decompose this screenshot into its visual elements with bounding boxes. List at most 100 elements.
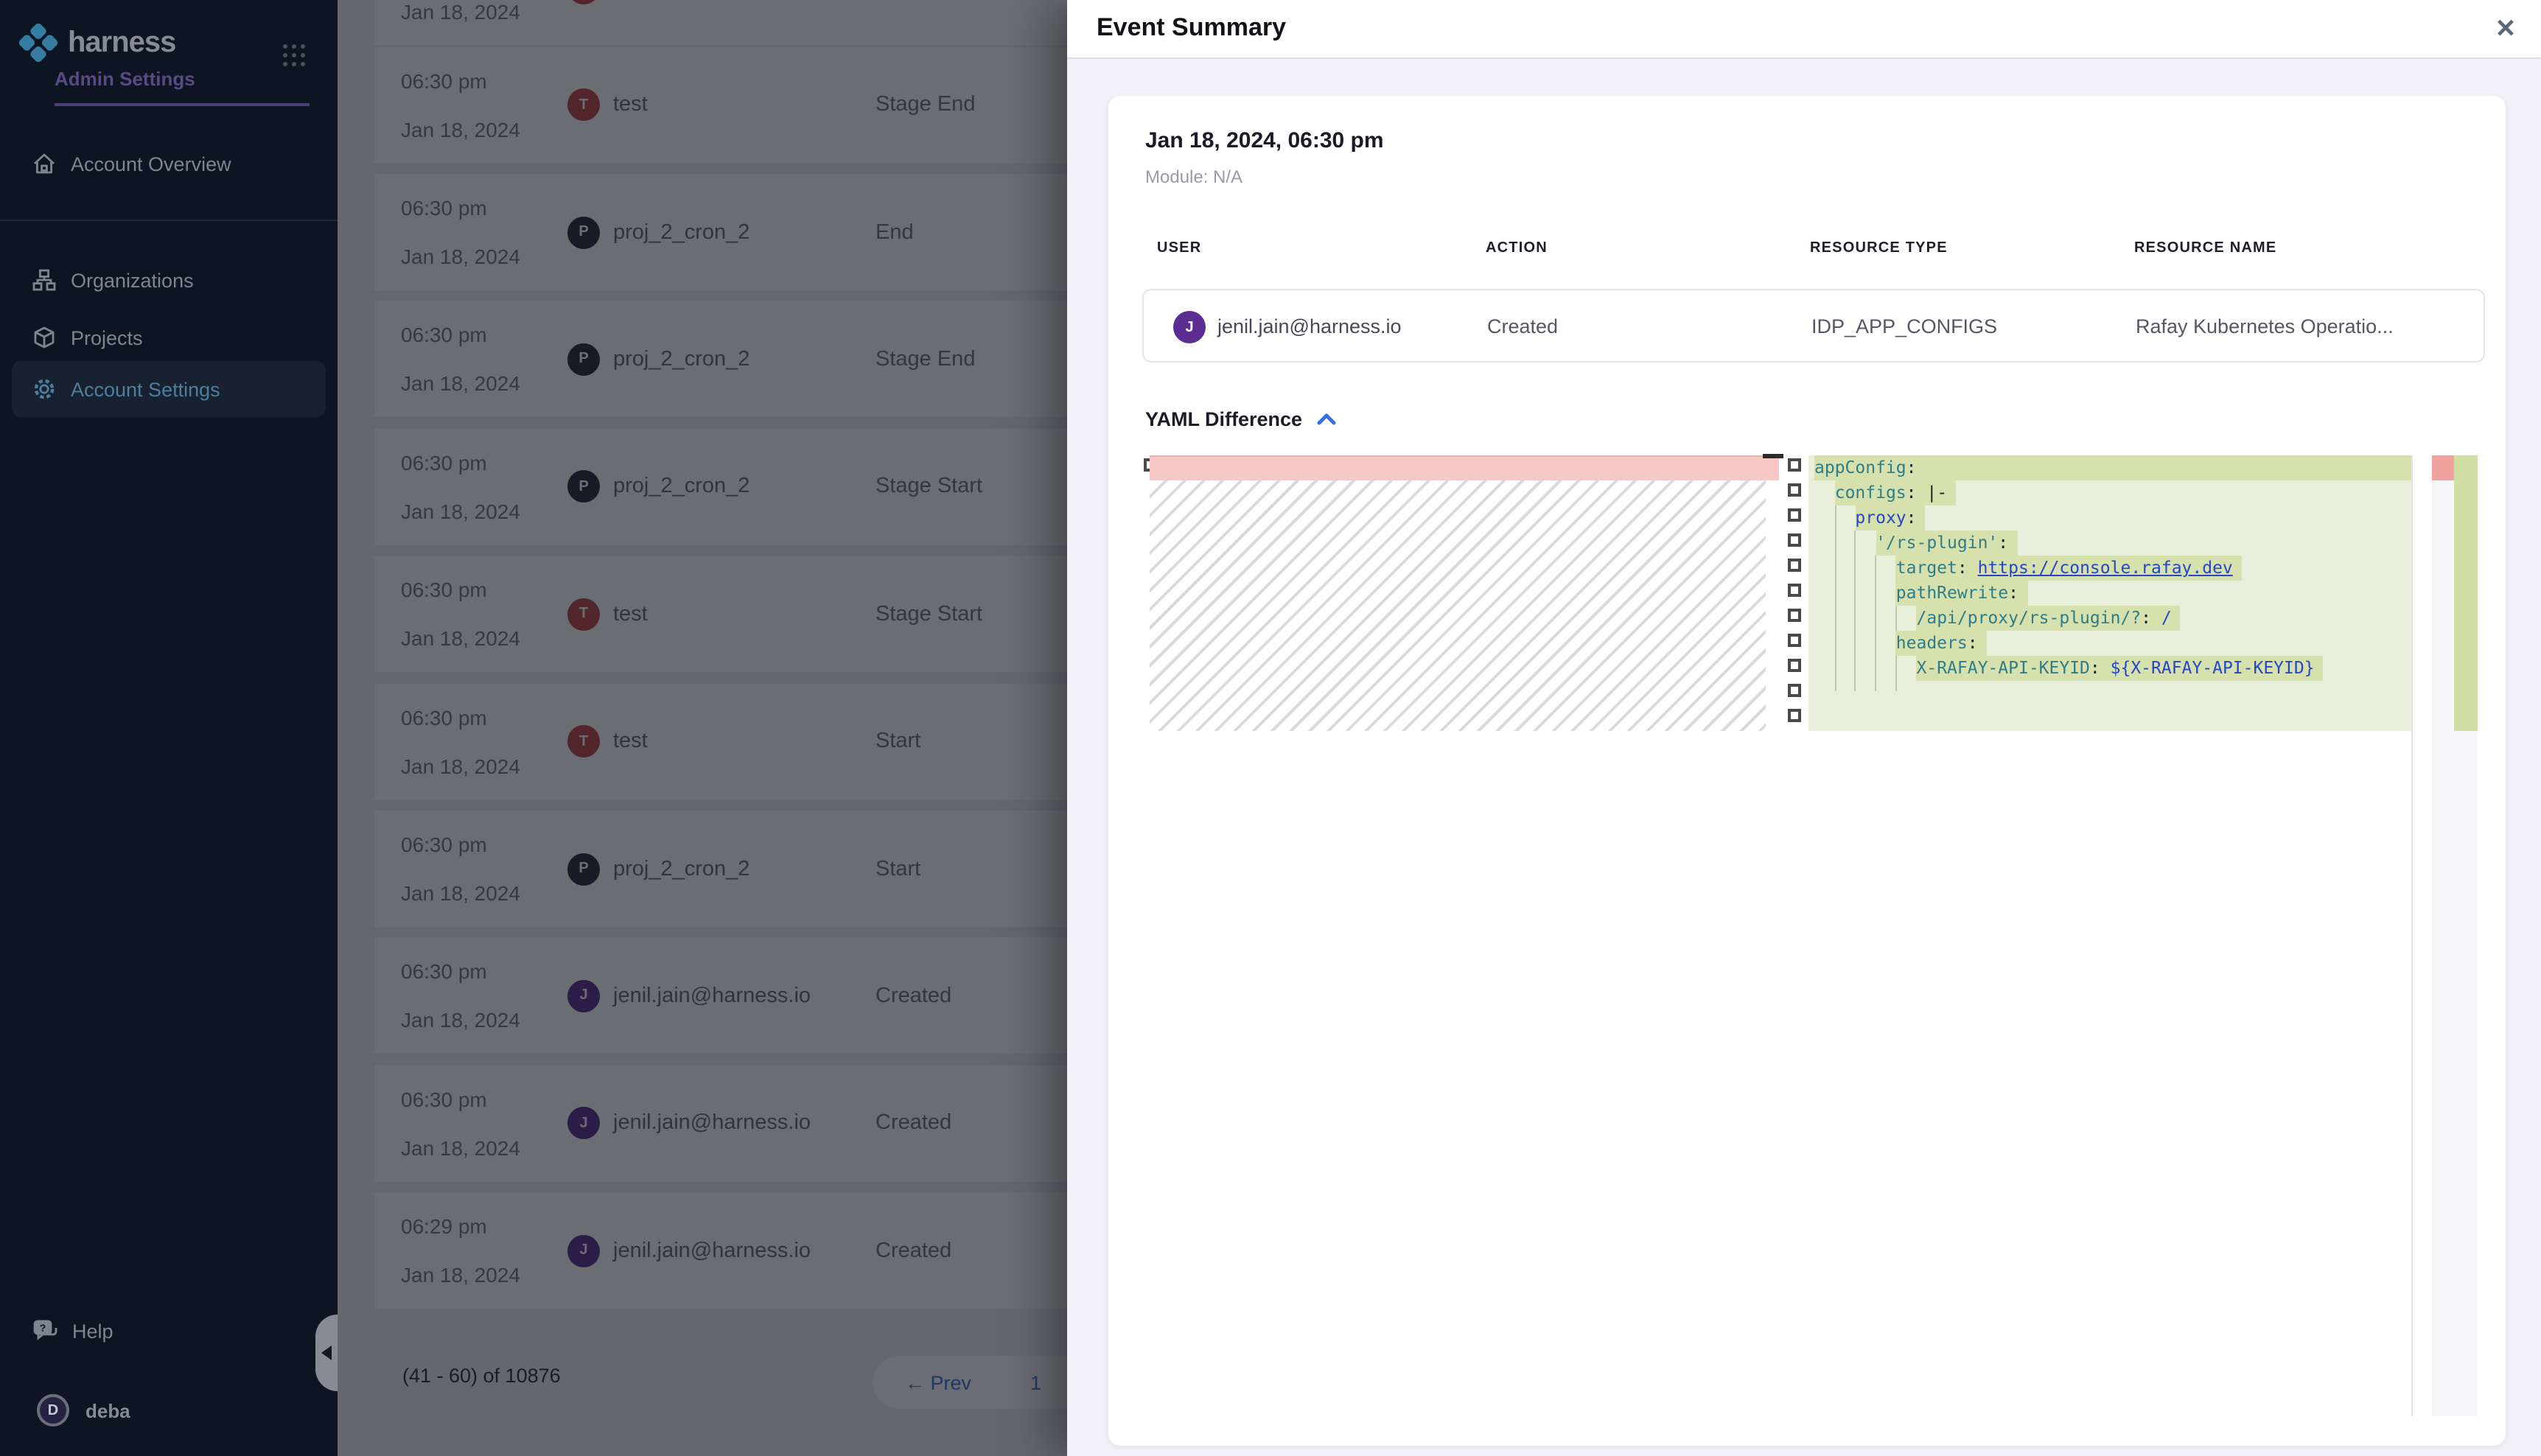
sidebar-item-label: Projects — [71, 326, 143, 349]
yaml-code-line: X-RAFAY-API-KEYID: ${X-RAFAY-API-KEYID} — [1808, 656, 2411, 681]
event-resource-type: IDP_APP_CONFIGS — [1811, 315, 1997, 337]
sidebar: harness Admin Settings Account Overview O… — [0, 0, 338, 1456]
module-grid-icon[interactable] — [283, 44, 305, 66]
sidebar-item-label: Account Settings — [71, 378, 220, 400]
yaml-difference-toggle[interactable]: YAML Difference — [1145, 408, 1336, 430]
modal-title: Event Summary — [1097, 13, 1286, 43]
harness-logo-icon — [19, 24, 57, 62]
event-table-row: J jenil.jain@harness.io Created IDP_APP_… — [1142, 289, 2485, 363]
event-action: Created — [1487, 315, 1558, 337]
sidebar-item-organizations[interactable]: Organizations — [12, 252, 326, 308]
yaml-code: appConfig: configs: |- proxy: '/rs-plugi… — [1808, 455, 2411, 681]
column-header-user: USER — [1157, 240, 1201, 256]
app-viewport: harness Admin Settings Account Overview O… — [0, 0, 2541, 1456]
yaml-token: ${X-RAFAY-API-KEYID} — [2111, 657, 2315, 678]
yaml-token: https://console.rafay.dev — [1978, 557, 2233, 578]
help-label: Help — [72, 1320, 113, 1342]
logo-text: harness — [68, 26, 175, 60]
collapse-arrow-icon — [321, 1345, 332, 1360]
yaml-token: '/rs-plugin' — [1876, 532, 1998, 553]
column-header-action: ACTION — [1486, 240, 1548, 256]
event-user: jenil.jain@harness.io — [1217, 315, 1402, 337]
editor-border — [2411, 455, 2413, 1416]
diff-overview-ruler[interactable] — [2432, 455, 2454, 1416]
yaml-token: /api/proxy/rs-plugin/? — [1917, 607, 2142, 628]
diff-line-marker — [1788, 584, 1801, 597]
column-header-resource-name: RESOURCE NAME — [2134, 240, 2276, 256]
yaml-token: : — [1957, 557, 1978, 578]
diff-line-marker — [1788, 533, 1801, 547]
chevron-up-icon — [1315, 413, 1336, 426]
yaml-code-line: proxy: — [1808, 505, 2411, 531]
yaml-diff-editor[interactable]: appConfig: configs: |- proxy: '/rs-plugi… — [1144, 455, 2478, 1416]
yaml-code-line: headers: — [1808, 631, 2411, 656]
help-chat-icon: ? — [32, 1319, 57, 1343]
event-user-avatar: J — [1173, 311, 1206, 343]
user-avatar[interactable]: D — [37, 1394, 69, 1427]
org-chart-icon — [32, 268, 56, 292]
sidebar-subtitle: Admin Settings — [55, 68, 195, 90]
user-initial: D — [48, 1402, 58, 1418]
diff-connector-mark — [1763, 454, 1783, 458]
sidebar-item-help[interactable]: ? Help — [12, 1303, 326, 1359]
overview-added-mark — [2454, 455, 2478, 731]
yaml-token: proxy — [1855, 507, 1906, 528]
yaml-code-line: appConfig: — [1808, 455, 2411, 480]
home-icon — [32, 152, 56, 175]
yaml-code-line: /api/proxy/rs-plugin/?: / — [1808, 606, 2411, 631]
diff-line-marker — [1788, 559, 1801, 572]
diff-scrollbar[interactable] — [2454, 455, 2478, 1416]
yaml-token: : — [1906, 457, 1917, 477]
yaml-code-line: target: https://console.rafay.dev — [1808, 556, 2411, 581]
cube-icon — [32, 326, 56, 349]
yaml-code-line: '/rs-plugin': — [1808, 531, 2411, 556]
sidebar-item-label: Organizations — [71, 269, 194, 291]
diff-gutter — [1788, 455, 1807, 750]
diff-line-marker — [1788, 458, 1801, 472]
modal-body: Jan 18, 2024, 06:30 pm Module: N/A USER A… — [1067, 59, 2541, 1456]
sidebar-item-account-settings[interactable]: Account Settings — [12, 361, 326, 417]
diff-removed-line — [1150, 455, 1779, 480]
sidebar-rule — [55, 103, 310, 106]
yaml-token: / — [2161, 607, 2172, 628]
diff-line-marker — [1788, 609, 1801, 622]
event-table: USER ACTION RESOURCE TYPE RESOURCE NAME J j… — [1142, 240, 2485, 363]
sidebar-item-projects[interactable]: Projects — [12, 309, 326, 365]
sidebar-divider — [0, 220, 338, 221]
gear-icon — [32, 377, 56, 401]
overview-removed-mark — [2432, 455, 2454, 480]
svg-text:?: ? — [40, 1322, 46, 1334]
sidebar-collapse-button[interactable] — [315, 1315, 338, 1391]
event-datetime: Jan 18, 2024, 06:30 pm — [1145, 128, 1384, 153]
yaml-token: : — [2090, 657, 2111, 678]
event-card: Jan 18, 2024, 06:30 pm Module: N/A USER A… — [1108, 96, 2506, 1446]
yaml-token: appConfig — [1814, 457, 1906, 477]
column-header-resource-type: RESOURCE TYPE — [1810, 240, 1948, 256]
sidebar-item-account-overview[interactable]: Account Overview — [12, 136, 326, 192]
event-summary-modal: Event Summary ✕ Jan 18, 2024, 06:30 pm M… — [1067, 0, 2541, 1456]
yaml-difference-label: YAML Difference — [1145, 408, 1302, 430]
yaml-code-line: configs: |- — [1808, 480, 2411, 505]
user-name: deba — [85, 1400, 130, 1422]
yaml-token: target — [1896, 557, 1957, 578]
yaml-token: : — [1906, 507, 1917, 528]
close-icon[interactable]: ✕ — [2488, 12, 2523, 47]
yaml-token: : — [1968, 632, 1978, 653]
yaml-code-line: pathRewrite: — [1808, 581, 2411, 606]
yaml-token: X-RAFAY-API-KEYID — [1917, 657, 2090, 678]
diff-line-marker — [1788, 659, 1801, 672]
yaml-token: : — [1998, 532, 2008, 553]
diff-line-marker — [1788, 684, 1801, 697]
modal-header: Event Summary ✕ — [1067, 0, 2541, 59]
yaml-token: headers — [1896, 632, 1968, 653]
harness-logo[interactable]: harness — [19, 24, 175, 62]
event-resource-name: Rafay Kubernetes Operatio... — [2136, 315, 2394, 337]
event-module: Module: N/A — [1145, 167, 1242, 187]
diff-line-marker — [1788, 709, 1801, 722]
yaml-token: configs — [1835, 482, 1906, 503]
event-table-headers: USER ACTION RESOURCE TYPE RESOURCE NAME — [1142, 240, 2485, 270]
diff-empty-hatch — [1150, 480, 1766, 731]
yaml-token: |- — [1926, 482, 1947, 503]
sidebar-item-label: Account Overview — [71, 153, 231, 175]
diff-line-marker — [1788, 483, 1801, 497]
